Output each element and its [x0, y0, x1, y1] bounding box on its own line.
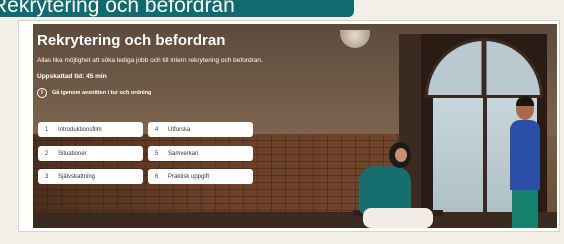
- module-number: 4: [155, 126, 159, 133]
- module-button-utforska[interactable]: 4 Utforska: [148, 122, 253, 137]
- woman-illustration-legs: [363, 208, 433, 228]
- module-label: Samverkan: [168, 150, 199, 157]
- module-button-praktisk-uppgift[interactable]: 6 Praktisk uppgift: [148, 169, 253, 184]
- module-label: Praktisk uppgift: [168, 173, 210, 180]
- module-label: Självskattning: [58, 173, 96, 180]
- course-description: Allas lika möjlighet att söka lediga job…: [37, 57, 263, 64]
- module-number: 6: [155, 173, 159, 180]
- module-label: Utforska: [168, 126, 191, 133]
- course-title: Rekrytering och befordran: [37, 32, 226, 49]
- door-mullion: [483, 98, 487, 220]
- module-button-samverkan[interactable]: 5 Samverkan: [148, 146, 253, 161]
- woman-illustration-body: [359, 166, 411, 214]
- woman-illustration-face: [395, 148, 407, 162]
- module-number: 2: [45, 150, 49, 157]
- caption-banner-text: Rekrytering och befordran: [0, 0, 235, 17]
- man-illustration-body: [510, 120, 540, 190]
- module-label: Situationer: [58, 150, 87, 157]
- module-button-situationer[interactable]: 2 Situationer: [38, 146, 143, 161]
- man-illustration-legs: [512, 190, 538, 228]
- instructions-text: Gå igenom avsnitten i tur och ordning: [52, 90, 152, 96]
- module-number: 1: [45, 126, 49, 133]
- module-number: 5: [155, 150, 159, 157]
- course-duration: Uppskattad tid: 45 min: [37, 73, 107, 80]
- hero-floor: [33, 212, 557, 228]
- module-label: Introduktionsfilm: [58, 126, 102, 133]
- course-instructions: i Gå igenom avsnitten i tur och ordning: [37, 88, 151, 98]
- module-button-sjalvskattning[interactable]: 3 Självskattning: [38, 169, 143, 184]
- module-number: 3: [45, 173, 49, 180]
- info-icon: i: [37, 88, 47, 98]
- module-button-introduktionsfilm[interactable]: 1 Introduktionsfilm: [38, 122, 143, 137]
